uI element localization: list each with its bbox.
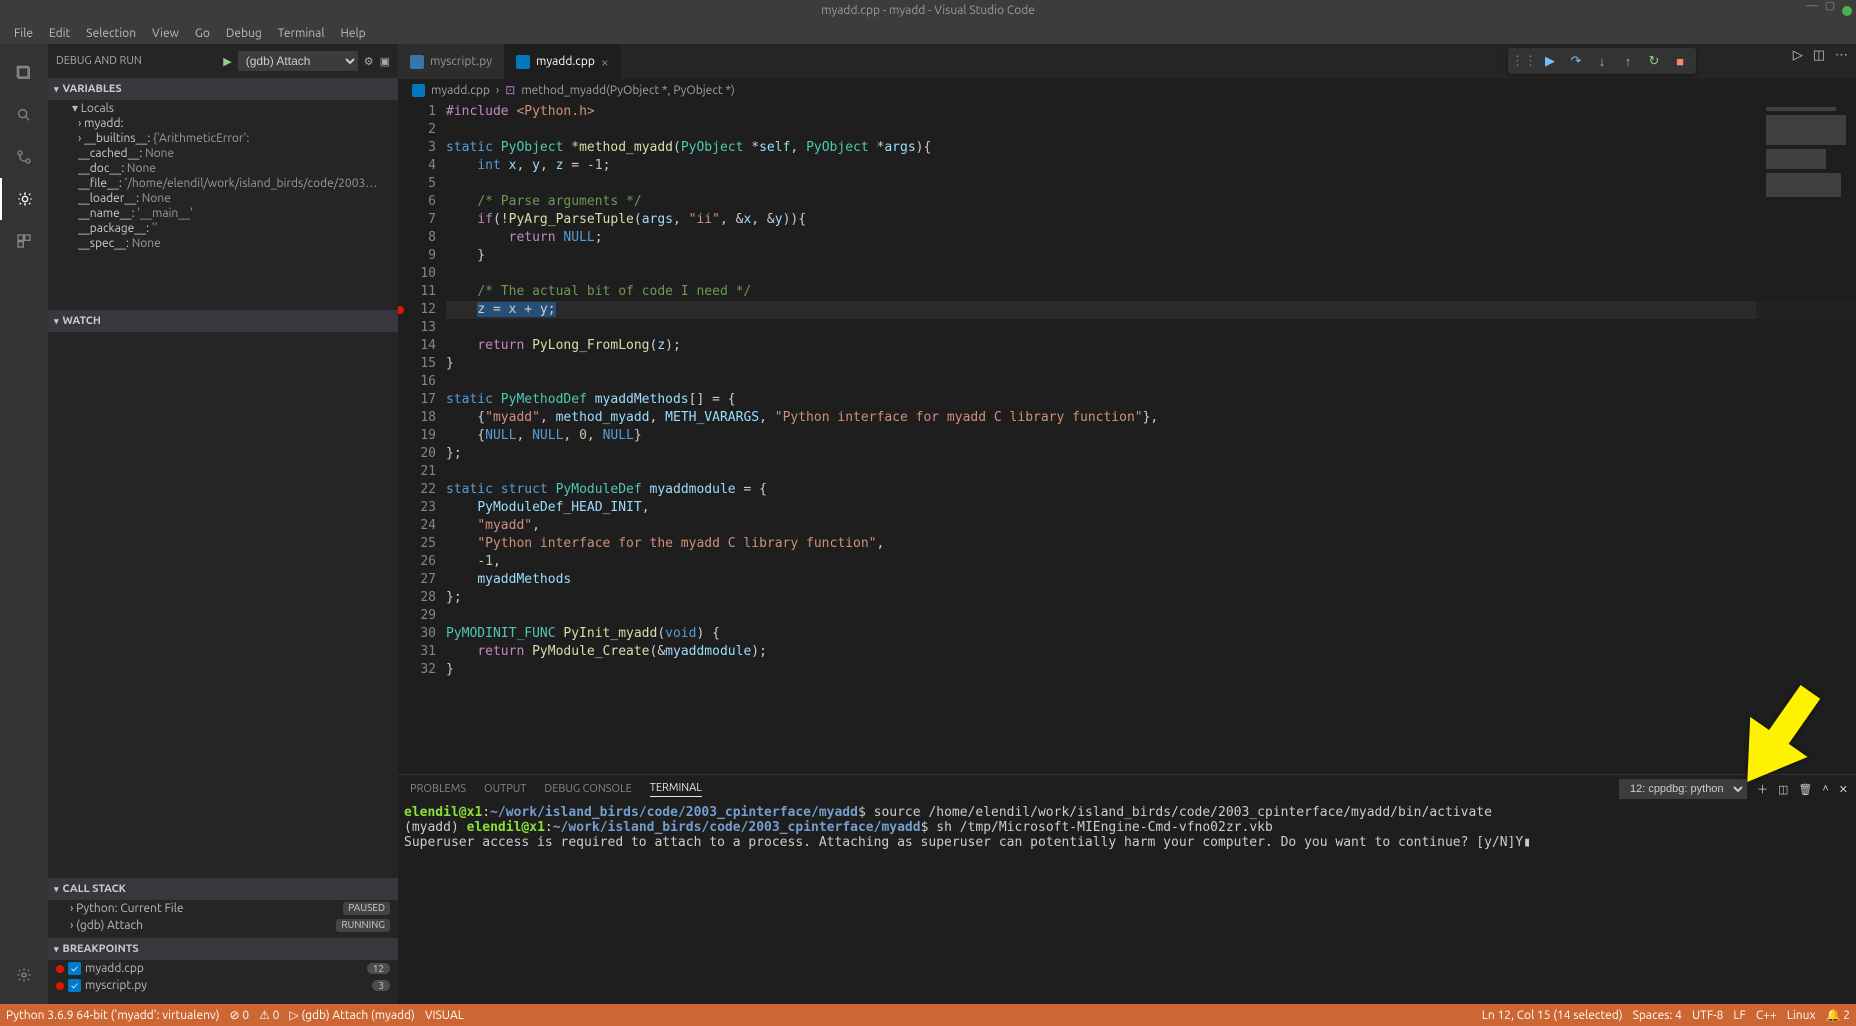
step-into-icon[interactable]: ↓ [1590, 49, 1614, 73]
status-errors[interactable]: ⊘ 0 [230, 1008, 250, 1022]
symbol-icon: ⊡ [505, 83, 515, 97]
search-icon[interactable] [0, 94, 48, 136]
variable-row[interactable]: __doc__: None [48, 161, 398, 176]
stop-icon[interactable]: ■ [1668, 49, 1692, 73]
status-notifications[interactable]: 🔔 2 [1826, 1008, 1850, 1022]
more-actions-icon[interactable]: ⋯ [1835, 48, 1848, 63]
new-terminal-icon[interactable]: ＋ [1757, 781, 1768, 797]
drag-handle-icon[interactable]: ⋮⋮ [1512, 49, 1536, 73]
status-bar: Python 3.6.9 64-bit ('myadd': virtualenv… [0, 1004, 1856, 1026]
step-out-icon[interactable]: ↑ [1616, 49, 1640, 73]
variable-row[interactable]: __name__: '__main__' [48, 206, 398, 221]
run-file-icon[interactable]: ▷ [1793, 48, 1803, 63]
step-over-icon[interactable]: ↷ [1564, 49, 1588, 73]
variable-row[interactable]: › __builtins__: {'ArithmeticError': [48, 131, 398, 146]
terminal[interactable]: elendil@x1:~/work/island_birds/code/2003… [398, 803, 1856, 1004]
restart-icon[interactable]: ↻ [1642, 49, 1666, 73]
debug-icon[interactable] [0, 178, 48, 220]
menu-debug[interactable]: Debug [218, 27, 270, 40]
watch-header[interactable]: WATCH [48, 310, 398, 332]
terminal-select[interactable]: 12: cppdbg: python [1619, 779, 1747, 799]
breakpoint-row[interactable]: ✓myscript.py3 [48, 977, 398, 994]
menu-file[interactable]: File [6, 27, 41, 40]
variable-row[interactable]: __file__: '/home/elendil/work/island_bir… [48, 176, 398, 191]
tab-myscript-py[interactable]: myscript.py [398, 44, 504, 79]
panel-tab-problems[interactable]: PROBLEMS [410, 783, 466, 795]
window-minimize[interactable]: — [1806, 0, 1818, 12]
menu-terminal[interactable]: Terminal [270, 27, 333, 40]
variable-row[interactable]: __spec__: None [48, 236, 398, 251]
status-os[interactable]: Linux [1787, 1009, 1816, 1022]
status-language[interactable]: C++ [1756, 1009, 1777, 1022]
explorer-icon[interactable] [0, 52, 48, 94]
menu-go[interactable]: Go [187, 27, 218, 40]
status-visual: VISUAL [425, 1009, 464, 1022]
status-indent[interactable]: Spaces: 4 [1633, 1009, 1682, 1022]
split-terminal-icon[interactable]: ◫ [1778, 783, 1788, 796]
code-editor[interactable]: #include <Python.h>static PyObject *meth… [446, 101, 1856, 774]
debug-console-toggle-icon[interactable]: ▣ [380, 55, 390, 68]
variable-row[interactable]: __cached__: None [48, 146, 398, 161]
activity-bar [0, 44, 48, 1004]
file-icon [410, 55, 424, 69]
locals-scope[interactable]: ▾ Locals [48, 100, 398, 116]
breadcrumb[interactable]: myadd.cpp › ⊡ method_myadd(PyObject *, P… [398, 79, 1856, 101]
breakpoint-row[interactable]: ✓myadd.cpp12 [48, 960, 398, 977]
status-encoding[interactable]: UTF-8 [1692, 1009, 1723, 1022]
window-title: myadd.cpp - myadd - Visual Studio Code [821, 4, 1035, 17]
status-debug[interactable]: ▷ (gdb) Attach (myadd) [289, 1008, 414, 1022]
status-python[interactable]: Python 3.6.9 64-bit ('myadd': virtualenv… [6, 1009, 220, 1022]
menu-edit[interactable]: Edit [41, 27, 78, 40]
breakpoint-glyph[interactable] [398, 306, 404, 314]
continue-icon[interactable]: ▶ [1538, 49, 1562, 73]
menu-bar: FileEditSelectionViewGoDebugTerminalHelp [0, 22, 1856, 44]
window-maximize[interactable]: ▢ [1824, 0, 1836, 12]
status-cursor[interactable]: Ln 12, Col 15 (14 selected) [1482, 1009, 1623, 1022]
bottom-panel: PROBLEMS OUTPUT DEBUG CONSOLE TERMINAL 12: … [398, 774, 1856, 1004]
panel-tab-terminal[interactable]: TERMINAL [650, 782, 702, 797]
sidebar-title: DEBUG AND RUN [56, 55, 142, 67]
close-panel-icon[interactable]: ✕ [1839, 783, 1848, 796]
debug-settings-icon[interactable]: ⚙ [364, 55, 374, 68]
panel-tab-debug-console[interactable]: DEBUG CONSOLE [544, 783, 631, 795]
callstack-row[interactable]: › (gdb) AttachRUNNING [48, 917, 398, 934]
debug-toolbar: ⋮⋮ ▶ ↷ ↓ ↑ ↻ ■ [1508, 48, 1696, 74]
callstack-header[interactable]: CALL STACK [48, 878, 398, 900]
tab-close-icon[interactable]: × [601, 54, 609, 70]
window-close[interactable] [1842, 6, 1852, 16]
minimap[interactable] [1756, 101, 1856, 774]
line-gutter[interactable]: 1234567891011121314151617181920212223242… [398, 101, 446, 774]
variable-row[interactable]: › myadd: [48, 116, 398, 131]
variables-header[interactable]: VARIABLES [48, 78, 398, 100]
start-debug-icon[interactable]: ▶ [223, 55, 231, 68]
menu-selection[interactable]: Selection [78, 27, 144, 40]
menu-help[interactable]: Help [332, 27, 373, 40]
panel-tab-output[interactable]: OUTPUT [484, 783, 526, 795]
maximize-panel-icon[interactable]: ˄ [1822, 783, 1828, 795]
title-bar: myadd.cpp - myadd - Visual Studio Code —… [0, 0, 1856, 22]
settings-gear-icon[interactable] [0, 954, 48, 996]
status-eol[interactable]: LF [1733, 1009, 1745, 1022]
debug-sidebar: DEBUG AND RUN ▶ (gdb) Attach ⚙ ▣ VARIABL… [48, 44, 398, 1004]
cpp-file-icon [412, 84, 425, 97]
variable-row[interactable]: __package__: '' [48, 221, 398, 236]
menu-view[interactable]: View [144, 27, 187, 40]
debug-config-select[interactable]: (gdb) Attach [238, 51, 358, 71]
status-warnings[interactable]: ⚠ 0 [259, 1008, 279, 1022]
kill-terminal-icon[interactable]: 🗑 [1798, 783, 1812, 796]
source-control-icon[interactable] [0, 136, 48, 178]
breakpoints-header[interactable]: BREAKPOINTS [48, 938, 398, 960]
variable-row[interactable]: __loader__: None [48, 191, 398, 206]
extensions-icon[interactable] [0, 220, 48, 262]
file-icon [516, 55, 530, 69]
tab-myadd-cpp[interactable]: myadd.cpp× [504, 44, 621, 79]
split-editor-icon[interactable]: ◫ [1813, 48, 1825, 63]
callstack-row[interactable]: › Python: Current FilePAUSED [48, 900, 398, 917]
